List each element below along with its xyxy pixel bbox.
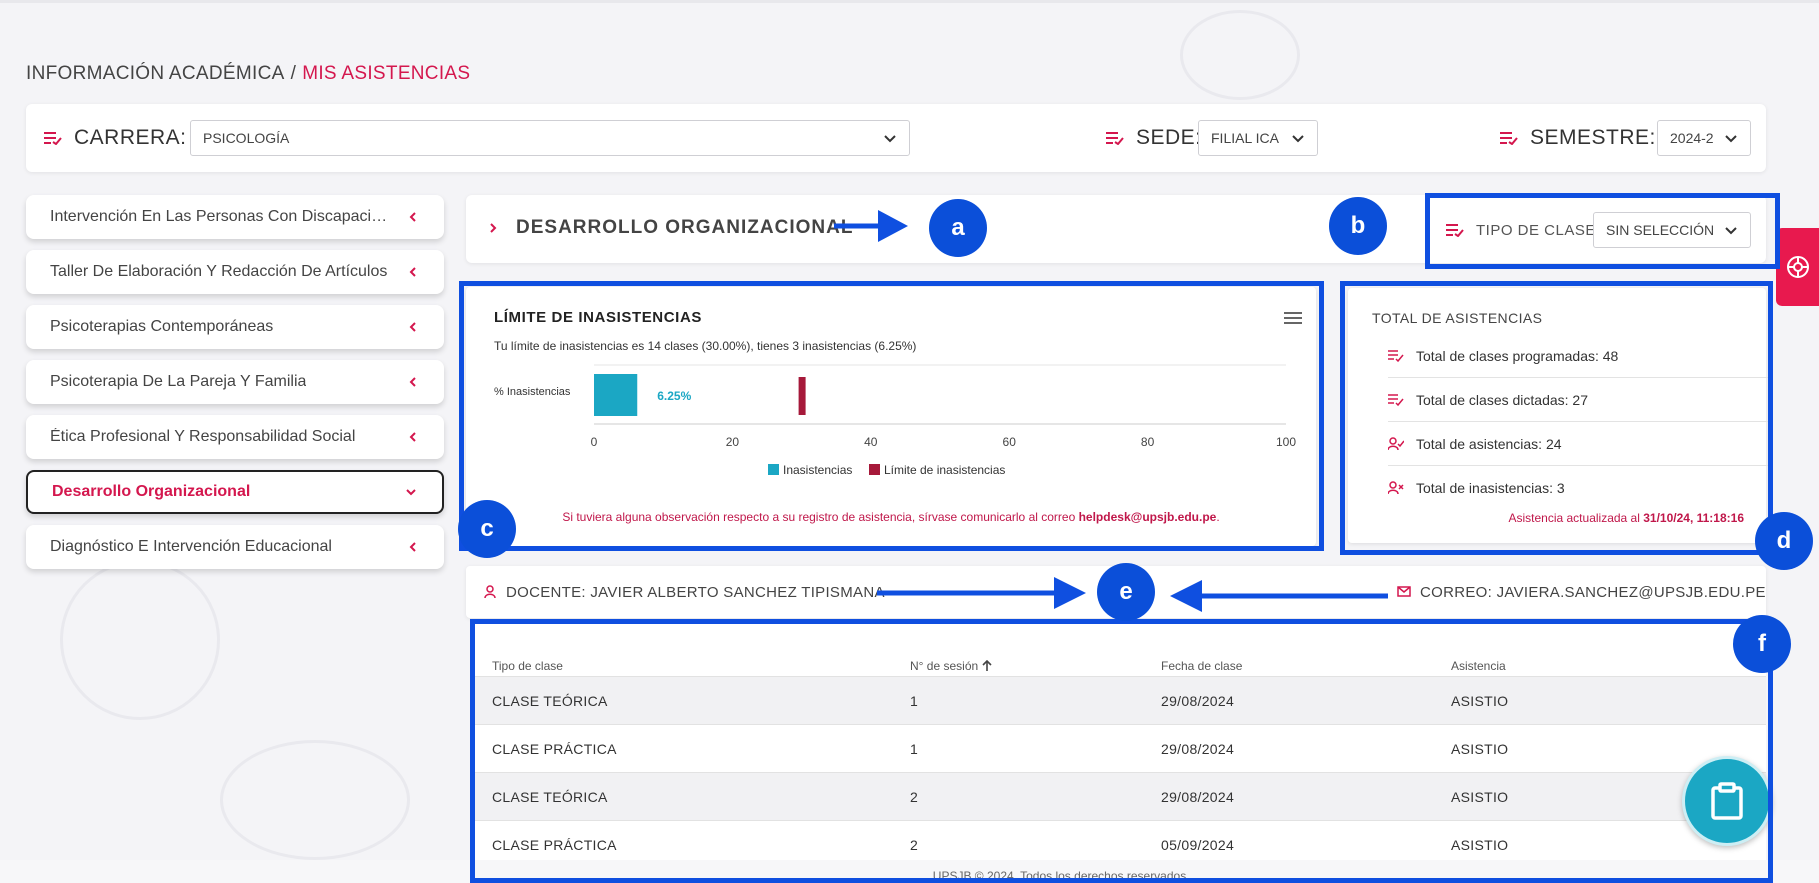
- annotation-label-e: e: [1097, 563, 1155, 621]
- annotation-label-f: f: [1733, 615, 1791, 673]
- annotation-box-f: [470, 619, 1773, 883]
- annotation-box-d: [1340, 281, 1773, 555]
- annotation-label-b: b: [1329, 197, 1387, 255]
- annotation-box-b: [1425, 193, 1780, 269]
- annotation-label-d: d: [1755, 512, 1813, 570]
- annotation-box-c: [459, 281, 1324, 551]
- annotation-label-a: a: [929, 199, 987, 257]
- annotation-label-c: c: [458, 500, 516, 558]
